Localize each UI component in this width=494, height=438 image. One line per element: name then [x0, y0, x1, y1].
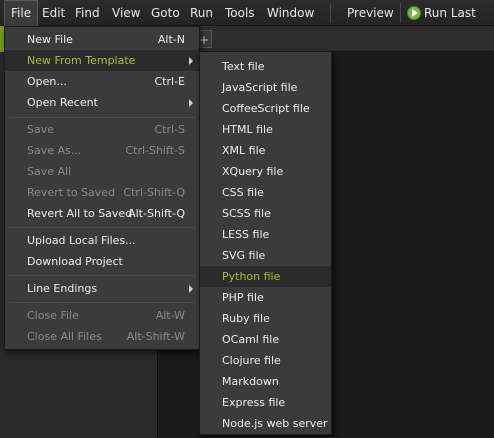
menu-item-save-as: Save As... Ctrl-Shift-S [5, 140, 199, 161]
menu-item-label: Download Project [27, 255, 123, 268]
menu-item-upload-local-files[interactable]: Upload Local Files... [5, 230, 199, 251]
shortcut-label: Alt-Shift-Q [128, 207, 185, 220]
menu-item-label: Line Endings [27, 282, 98, 295]
menu-item-label: New From Template [27, 54, 136, 67]
menubar-divider [330, 3, 331, 23]
shortcut-label: Ctrl-E [154, 75, 186, 88]
menu-item-new-from-template[interactable]: New From Template [5, 50, 199, 71]
menu-item-close-file: Close File Alt-W [5, 305, 199, 326]
menu-edit[interactable]: Edit [36, 0, 71, 26]
menu-item-open-recent[interactable]: Open Recent [5, 92, 199, 113]
chevron-right-icon [189, 99, 193, 107]
menu-item-label: Upload Local Files... [27, 234, 136, 247]
run-last-button[interactable]: Run Last [418, 0, 482, 26]
template-item-php-file[interactable]: PHP file [200, 287, 331, 308]
menu-separator [9, 302, 195, 303]
menu-tools[interactable]: Tools [219, 0, 261, 26]
template-item-svg-file[interactable]: SVG file [200, 245, 331, 266]
template-item-coffeescript-file[interactable]: CoffeeScript file [200, 98, 331, 119]
shortcut-label: Alt-W [155, 309, 185, 322]
menu-item-new-file[interactable]: New File Alt-N [5, 29, 199, 50]
shortcut-label: Alt-N [157, 33, 185, 46]
menu-item-label: Revert All to Saved [27, 207, 133, 220]
template-item-css-file[interactable]: CSS file [200, 182, 331, 203]
menu-separator [9, 227, 195, 228]
menu-item-line-endings[interactable]: Line Endings [5, 278, 199, 299]
menu-item-download-project[interactable]: Download Project [5, 251, 199, 272]
template-item-xquery-file[interactable]: XQuery file [200, 161, 331, 182]
menu-find[interactable]: Find [69, 0, 106, 26]
template-item-express-file[interactable]: Express file [200, 392, 331, 413]
menu-item-revert-all-to-saved[interactable]: Revert All to Saved Alt-Shift-Q [5, 203, 199, 224]
menu-item-label: Close File [27, 309, 79, 322]
menu-separator [9, 117, 195, 118]
template-item-python-file[interactable]: Python file [200, 266, 331, 287]
shortcut-label: Ctrl-S [154, 123, 185, 136]
menu-item-revert-to-saved: Revert to Saved Ctrl-Shift-Q [5, 182, 199, 203]
chevron-right-icon [189, 57, 193, 65]
menu-item-save-all: Save All [5, 161, 199, 182]
template-item-scss-file[interactable]: SCSS file [200, 203, 331, 224]
template-item-markdown[interactable]: Markdown [200, 371, 331, 392]
template-item-clojure-file[interactable]: Clojure file [200, 350, 331, 371]
template-submenu: Text file JavaScript file CoffeeScript f… [199, 51, 332, 435]
template-item-less-file[interactable]: LESS file [200, 224, 331, 245]
shortcut-label: Ctrl-Shift-Q [123, 186, 185, 199]
template-item-nodejs-web-server[interactable]: Node.js web server [200, 413, 331, 434]
menu-file[interactable]: File [4, 0, 39, 26]
template-item-xml-file[interactable]: XML file [200, 140, 331, 161]
menu-item-label: Open Recent [27, 96, 98, 109]
preview-button[interactable]: Preview [341, 0, 400, 26]
menu-item-label: New File [27, 33, 73, 46]
menu-run[interactable]: Run [184, 0, 219, 26]
menu-goto[interactable]: Goto [145, 0, 186, 26]
menu-item-open[interactable]: Open... Ctrl-E [5, 71, 199, 92]
template-item-ruby-file[interactable]: Ruby file [200, 308, 331, 329]
file-menu: New File Alt-N New From Template Open...… [4, 26, 200, 350]
menu-view[interactable]: View [106, 0, 146, 26]
menu-item-label: Save [27, 123, 55, 136]
menubar: File Edit Find View Goto Run Tools Windo… [0, 0, 494, 26]
template-item-html-file[interactable]: HTML file [200, 119, 331, 140]
menu-window[interactable]: Window [261, 0, 320, 26]
menubar-divider [400, 3, 401, 23]
shortcut-label: Ctrl-Shift-S [125, 144, 186, 157]
template-item-javascript-file[interactable]: JavaScript file [200, 77, 331, 98]
menu-item-label: Revert to Saved [27, 186, 116, 199]
chevron-right-icon [189, 285, 193, 293]
template-item-ocaml-file[interactable]: OCaml file [200, 329, 331, 350]
menu-item-label: Save As... [27, 144, 82, 157]
menu-item-label: Save All [27, 165, 72, 178]
menu-item-label: Close All Files [27, 330, 102, 343]
menu-item-save: Save Ctrl-S [5, 119, 199, 140]
shortcut-label: Alt-Shift-W [126, 330, 185, 343]
menu-separator [9, 275, 195, 276]
menu-item-close-all-files: Close All Files Alt-Shift-W [5, 326, 199, 347]
template-item-text-file[interactable]: Text file [200, 56, 331, 77]
menu-item-label: Open... [27, 75, 67, 88]
